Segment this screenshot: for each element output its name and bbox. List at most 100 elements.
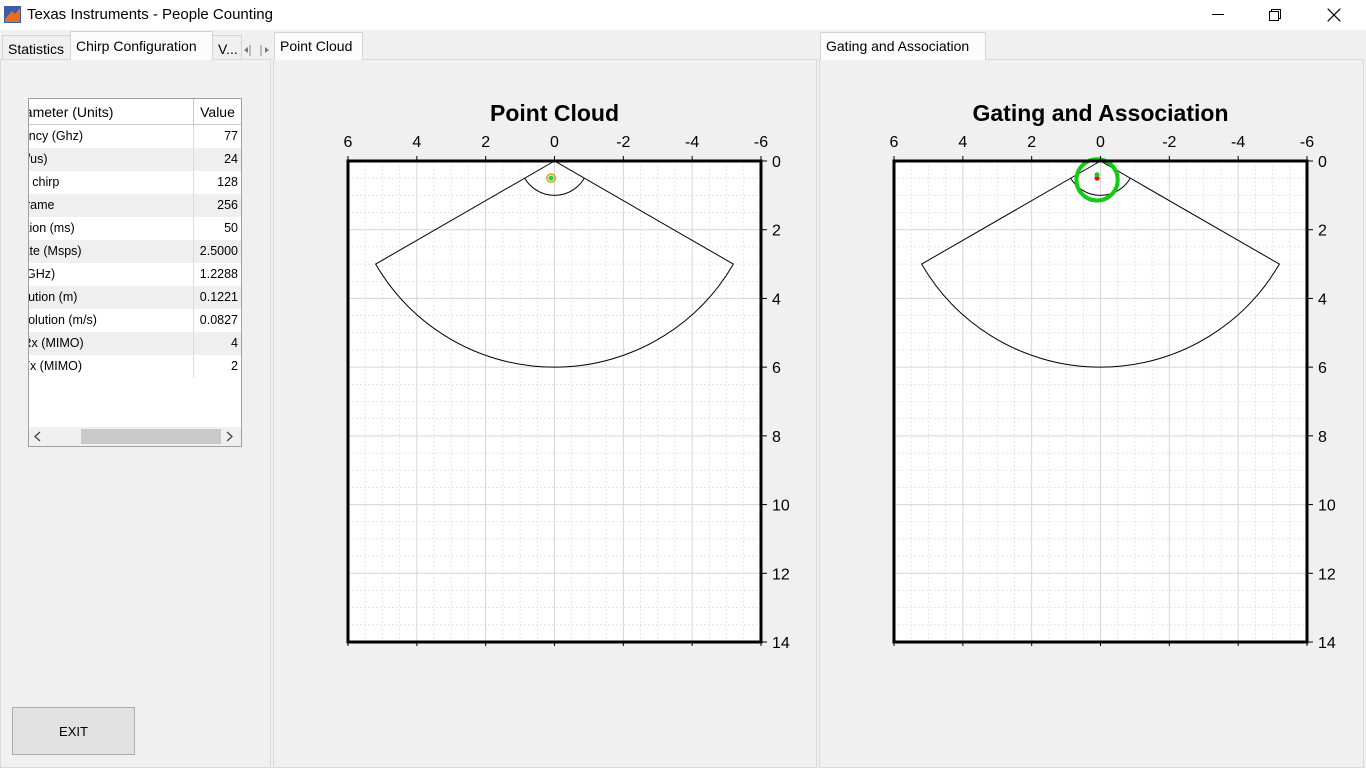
param-value: 2.5000 [199,244,238,258]
scrollbar-thumb[interactable] [81,429,221,444]
tab-gating-label: Gating and Association [826,38,970,54]
table-row[interactable]: r of Rx (MIMO) 4 [29,332,241,355]
restore-button[interactable] [1246,0,1304,30]
param-value: 77 [224,129,238,143]
matlab-icon [4,6,21,23]
y-tick-label: 4 [1318,291,1327,308]
scroll-right-icon[interactable] [226,431,234,442]
scroll-left-icon[interactable] [34,431,42,442]
x-tick-label: 0 [550,134,559,151]
restore-icon [1269,9,1281,21]
chevron-left-icon[interactable] [244,47,248,53]
param-label: r of Rx (MIMO) [29,332,194,355]
param-label: per frame [29,194,194,217]
y-tick-label: 4 [772,291,781,308]
param-label: dth (GHz) [29,263,194,286]
x-tick-label: 4 [412,134,421,151]
param-value: 256 [217,198,238,212]
tab-more[interactable]: V... [212,35,242,59]
param-label: duration (ms) [29,217,194,240]
param-value: 4 [231,336,238,350]
param-label: equency (Ghz) [29,125,194,148]
y-tick-label: 0 [772,154,781,171]
x-tick-label: -2 [1162,134,1176,151]
chart-title-gating: Gating and Association [972,100,1229,126]
param-label: resolution (m) [29,286,194,309]
y-tick-label: 8 [1318,429,1327,446]
y-tick-label: 2 [772,223,781,240]
tab-point-cloud-label: Point Cloud [280,38,353,54]
exit-button[interactable]: EXIT [12,707,135,755]
tab-more-label: V... [218,41,238,57]
header-parameter: Parameter (Units) [29,99,194,124]
table-row[interactable]: per frame 256 [29,194,241,217]
param-value: 128 [217,175,238,189]
y-tick-label: 10 [1318,498,1336,515]
param-label: ng rate (Msps) [29,240,194,263]
data-point [548,175,554,181]
table-row[interactable]: MHz/us) 24 [29,148,241,171]
x-tick-label: 2 [481,134,490,151]
table-row[interactable]: resolution (m) 0.1221 [29,286,241,309]
tab-point-cloud[interactable]: Point Cloud [274,32,363,60]
y-tick-label: 6 [772,360,781,377]
y-tick-label: 10 [772,498,790,515]
point-cloud-axes[interactable]: 6 4 2 0 -2 -4 -602468101214 [330,128,800,658]
header-value: Value [200,104,235,120]
param-value: 0.1221 [199,290,238,304]
data-point [1094,172,1100,178]
x-tick-label: -4 [1231,134,1245,151]
param-value: 2 [231,359,238,373]
param-value: 24 [224,152,238,166]
param-label: r of Tx (MIMO) [29,355,194,378]
y-tick-label: 12 [772,566,790,583]
close-button[interactable] [1305,0,1363,30]
x-tick-label: 4 [958,134,967,151]
param-value: 1.2288 [199,267,238,281]
x-tick-label: 0 [1096,134,1105,151]
x-tick-label: 6 [890,134,899,151]
y-tick-label: 8 [772,429,781,446]
tab-chirp-label: Chirp Configuration [76,38,197,54]
y-tick-label: 12 [1318,566,1336,583]
x-tick-label: 2 [1027,134,1036,151]
tab-statistics[interactable]: Statistics [2,35,71,59]
x-tick-label: -6 [1300,134,1314,151]
x-tick-label: -2 [616,134,630,151]
table-row[interactable]: dth (GHz) 1.2288 [29,263,241,286]
chart-title-point-cloud: Point Cloud [489,100,620,126]
param-value: 50 [224,221,238,235]
window-title: Texas Instruments - People Counting [27,6,273,23]
param-label: s per chirp [29,171,194,194]
gating-axes[interactable]: 6 4 2 0 -2 -4 -602468101214 [876,128,1346,658]
horizontal-scrollbar[interactable] [29,427,241,446]
y-tick-label: 0 [1318,154,1327,171]
table-row[interactable]: duration (ms) 50 [29,217,241,240]
minimize-icon [1212,14,1224,15]
table-row[interactable]: y resolution (m/s) 0.0827 [29,309,241,332]
x-tick-label: -4 [685,134,699,151]
minimize-button[interactable] [1189,0,1247,30]
table-row[interactable]: r of Tx (MIMO) 2 [29,355,241,378]
table-row[interactable]: equency (Ghz) 77 [29,125,241,148]
table-row[interactable]: ng rate (Msps) 2.5000 [29,240,241,263]
table-header: Parameter (Units) Value [29,99,241,125]
y-tick-label: 14 [772,635,790,652]
tab-statistics-label: Statistics [8,41,65,57]
x-tick-label: 6 [344,134,353,151]
tab-chirp-configuration[interactable]: Chirp Configuration [70,31,213,60]
x-tick-label: -6 [754,134,768,151]
tab-scroll-arrows[interactable] [241,42,272,58]
param-label: MHz/us) [29,148,194,171]
param-value: 0.0827 [199,313,238,327]
close-icon [1327,8,1341,22]
tab-gating-association[interactable]: Gating and Association [820,32,986,60]
parameter-table[interactable]: Parameter (Units) Value equency (Ghz) 77 M… [28,98,242,447]
chevron-right-icon[interactable] [265,47,269,53]
param-label: y resolution (m/s) [29,309,194,332]
table-body: equency (Ghz)77MHz/us)24s per chirp128pe… [29,125,241,378]
y-tick-label: 6 [1318,360,1327,377]
y-tick-label: 14 [1318,635,1336,652]
y-tick-label: 2 [1318,223,1327,240]
table-row[interactable]: s per chirp 128 [29,171,241,194]
